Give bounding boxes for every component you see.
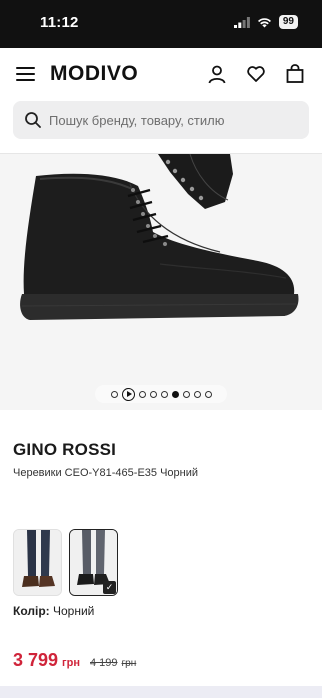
checkmark-icon: ✓ [103,581,116,594]
bottom-bar [0,686,322,698]
color-label: Колір: [13,604,50,618]
gallery-dot[interactable] [193,390,201,398]
status-time: 11:12 [40,14,79,31]
gallery-dot[interactable] [204,390,212,398]
search-icon [25,112,41,128]
status-icons: 99 [233,15,298,29]
user-icon[interactable] [207,64,227,84]
price-old-currency: грн [121,658,137,669]
battery-icon: 99 [278,15,298,29]
play-video-icon[interactable] [121,387,135,401]
app-header: MODIVO [0,48,322,100]
search-input[interactable]: Пошук бренду, товару, стилю [13,101,309,139]
heart-icon[interactable] [246,64,266,84]
gallery-dot[interactable] [160,390,168,398]
gallery-dot[interactable] [149,390,157,398]
price-old: 4 199 [90,657,118,669]
gallery-pagination [95,385,227,403]
gallery-dot[interactable] [110,390,118,398]
gallery-dot-active[interactable] [171,390,179,398]
product-name: Черевики CEO-Y81-465-E35 Чорний [13,467,198,479]
color-value: Чорний [52,604,95,618]
product-image [20,154,299,320]
variant-image [14,530,61,595]
price-row: 3 799 грн 4 199 грн [13,650,136,671]
logo[interactable]: MODIVO [50,62,138,86]
color-info: Колір: Чорний [13,604,94,618]
price-currency: грн [62,657,80,669]
shopping-bag-icon[interactable] [285,64,305,84]
hamburger-menu-icon[interactable] [16,67,35,81]
product-gallery[interactable] [0,154,322,410]
wifi-icon [257,17,271,27]
variant-thumbnail[interactable] [13,529,62,596]
product-brand[interactable]: GINO ROSSI [13,440,116,460]
status-bar: 11:12 99 [0,0,322,48]
price-current: 3 799 [13,650,59,670]
gallery-dot[interactable] [182,390,190,398]
variant-thumbnail-selected[interactable]: ✓ [69,529,118,596]
gallery-dot[interactable] [138,390,146,398]
search-placeholder: Пошук бренду, товару, стилю [49,113,225,128]
signal-icon [233,16,250,28]
